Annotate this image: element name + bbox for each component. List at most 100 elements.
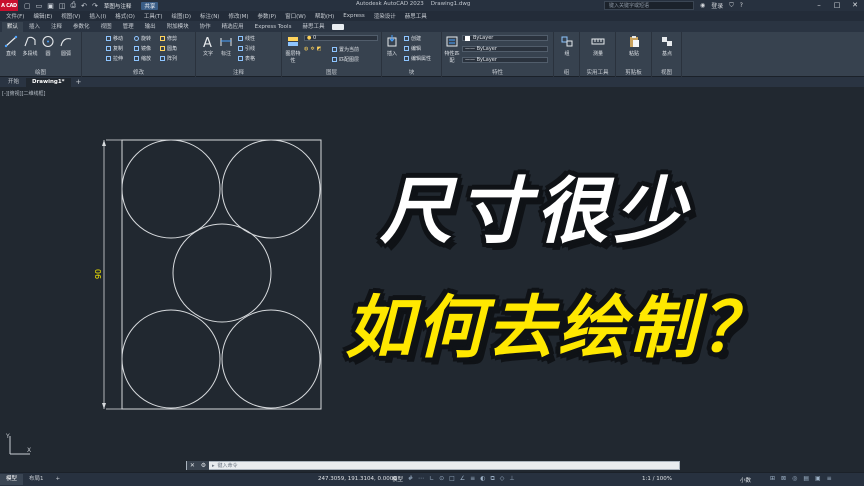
3d-osnap-icon[interactable]: ◇ bbox=[500, 475, 505, 483]
panel-clipboard-label[interactable]: 剪贴板 bbox=[616, 68, 651, 76]
layout-tab-model[interactable]: 模型 bbox=[0, 474, 24, 485]
ribbon-minimize-toggle[interactable] bbox=[332, 24, 345, 30]
menu-render-design[interactable]: 渲染设计 bbox=[374, 12, 396, 20]
arc-tool[interactable]: 圆弧 bbox=[57, 35, 75, 57]
mirror-tool[interactable]: 镜像 bbox=[134, 45, 151, 52]
transparency-icon[interactable]: ◐ bbox=[480, 475, 485, 483]
menu-view[interactable]: 视图(V) bbox=[61, 12, 80, 20]
panel-groups-label[interactable]: 组 bbox=[554, 68, 579, 76]
otrack-icon[interactable]: ∠ bbox=[460, 475, 465, 483]
menu-tools[interactable]: 工具(T) bbox=[144, 12, 163, 20]
tab-parametric[interactable]: 参数化 bbox=[68, 22, 95, 32]
layer-freeze-icon[interactable]: ✲ bbox=[310, 46, 314, 52]
tab-hesi-tools[interactable]: 赫思工具 bbox=[297, 22, 329, 32]
menu-modify[interactable]: 修改(M) bbox=[228, 12, 248, 20]
menu-express[interactable]: Express bbox=[343, 13, 364, 19]
tab-collaborate[interactable]: 协作 bbox=[195, 22, 216, 32]
save-icon[interactable]: ▣ bbox=[47, 2, 54, 10]
table-tool[interactable]: 表格 bbox=[238, 55, 255, 62]
grid-icon[interactable]: # bbox=[408, 475, 413, 483]
selection-cycling-icon[interactable]: ⧉ bbox=[490, 475, 494, 483]
text-tool[interactable]: A 文字 bbox=[200, 35, 216, 57]
insert-block-tool[interactable]: 插入 bbox=[384, 35, 400, 57]
layer-lock-icon[interactable]: ◩ bbox=[317, 46, 322, 52]
menu-parametric[interactable]: 参数(P) bbox=[258, 12, 277, 20]
lineweight-icon[interactable]: ≡ bbox=[470, 475, 475, 483]
edit-block-tool[interactable]: 编辑 bbox=[404, 45, 421, 52]
save-as-icon[interactable]: ◫ bbox=[59, 2, 66, 10]
polar-icon[interactable]: ⊙ bbox=[439, 475, 444, 483]
model-space-button[interactable]: 模型 bbox=[392, 475, 403, 483]
customization-icon[interactable]: ≡ bbox=[827, 475, 832, 482]
tab-addins[interactable]: 附加模块 bbox=[162, 22, 194, 32]
measure-tool[interactable]: 测量 bbox=[588, 35, 608, 57]
menu-format[interactable]: 格式(O) bbox=[115, 12, 135, 20]
leader-tool[interactable]: 引线 bbox=[238, 45, 255, 52]
new-tab-button[interactable]: + bbox=[72, 78, 86, 87]
array-tool[interactable]: 阵列 bbox=[160, 55, 177, 62]
tab-featured-apps[interactable]: 精选应用 bbox=[217, 22, 249, 32]
edit-attributes-tool[interactable]: 编辑属性 bbox=[404, 55, 431, 62]
polyline-tool[interactable]: 多段线 bbox=[20, 35, 40, 57]
snap-icon[interactable]: ⋯ bbox=[418, 475, 424, 483]
menu-help[interactable]: 帮助(H) bbox=[315, 12, 334, 20]
isolate-objects-icon[interactable]: ◎ bbox=[792, 475, 797, 482]
dynamic-ucs-icon[interactable]: ⊥ bbox=[509, 475, 514, 483]
make-current-tool[interactable]: 置为当前 bbox=[332, 46, 359, 53]
panel-annotation-label[interactable]: 注释 bbox=[196, 68, 281, 76]
panel-view-label[interactable]: 视图 bbox=[652, 68, 681, 76]
menu-insert[interactable]: 插入(I) bbox=[89, 12, 106, 20]
tab-output[interactable]: 输出 bbox=[140, 22, 161, 32]
quick-properties-icon[interactable]: ⊞ bbox=[770, 475, 775, 482]
close-icon[interactable]: ✕ bbox=[846, 0, 864, 11]
match-layer-tool[interactable]: 匹配图层 bbox=[332, 56, 359, 63]
layer-dropdown[interactable]: ● 0 bbox=[304, 35, 378, 41]
move-tool[interactable]: 移动 bbox=[106, 35, 123, 42]
scale-tool[interactable]: 缩放 bbox=[134, 55, 151, 62]
tab-annotate[interactable]: 注释 bbox=[46, 22, 67, 32]
help-icon[interactable]: ? bbox=[740, 2, 743, 9]
circle-tool[interactable]: 圆 bbox=[40, 35, 56, 57]
base-view-tool[interactable]: 基点 bbox=[657, 35, 677, 57]
clean-screen-icon[interactable]: ▣ bbox=[815, 475, 821, 482]
layer-on-icon[interactable]: ◍ bbox=[304, 46, 308, 52]
menu-file[interactable]: 文件(F) bbox=[6, 12, 24, 20]
panel-properties-label[interactable]: 特性 bbox=[442, 68, 553, 76]
app-menu-button[interactable]: A CAD bbox=[0, 0, 18, 11]
paste-tool[interactable]: 粘贴 bbox=[624, 35, 644, 57]
wrench-icon[interactable]: ⚙ bbox=[201, 462, 206, 469]
undo-icon[interactable]: ↶ bbox=[81, 2, 87, 10]
viewport-controls[interactable]: [-][俯视][二维线框] bbox=[2, 90, 46, 97]
menu-window[interactable]: 窗口(W) bbox=[285, 12, 306, 20]
annotation-scale[interactable]: 1:1 / 100% bbox=[642, 476, 672, 482]
layer-properties-tool[interactable]: 图层特性 bbox=[284, 35, 302, 64]
workspace-switcher[interactable]: 草图与注释 bbox=[104, 2, 132, 10]
panel-layers-label[interactable]: 图层 bbox=[282, 68, 381, 76]
panel-modify-label[interactable]: 修改 bbox=[82, 68, 195, 76]
new-file-icon[interactable]: ▢ bbox=[24, 2, 31, 10]
add-layout-button[interactable]: + bbox=[50, 474, 67, 485]
ortho-icon[interactable]: ∟ bbox=[429, 475, 434, 483]
group-tool[interactable]: 组 bbox=[558, 35, 576, 57]
match-properties-tool[interactable]: 特性匹配 bbox=[444, 35, 460, 64]
search-input[interactable]: 键入关键字或短语 bbox=[604, 1, 694, 10]
panel-block-label[interactable]: 块 bbox=[382, 68, 441, 76]
layout-tab-layout1[interactable]: 布局1 bbox=[23, 474, 50, 485]
units-button[interactable]: 小数 bbox=[740, 476, 751, 484]
close-command-icon[interactable]: ✕ bbox=[190, 462, 195, 469]
doc-tab-start[interactable]: 开始 bbox=[2, 78, 25, 87]
cart-icon[interactable]: ⛉ bbox=[729, 2, 734, 10]
plot-icon[interactable]: ⎙ bbox=[71, 1, 77, 10]
tab-default[interactable]: 默认 bbox=[2, 22, 24, 32]
copy-tool[interactable]: 复制 bbox=[106, 45, 123, 52]
lineweight-dropdown[interactable]: —— ByLayer bbox=[462, 57, 548, 63]
line-tool[interactable]: 直线 bbox=[2, 35, 20, 57]
rotate-tool[interactable]: 旋转 bbox=[134, 35, 151, 42]
minimize-icon[interactable]: – bbox=[810, 0, 828, 11]
tab-insert[interactable]: 插入 bbox=[24, 22, 45, 32]
osnap-icon[interactable]: □ bbox=[449, 475, 455, 483]
lock-ui-icon[interactable]: ⊠ bbox=[781, 475, 786, 482]
tab-manage[interactable]: 管理 bbox=[118, 22, 139, 32]
fillet-tool[interactable]: 圆角 bbox=[160, 45, 177, 52]
redo-icon[interactable]: ↷ bbox=[92, 2, 98, 10]
